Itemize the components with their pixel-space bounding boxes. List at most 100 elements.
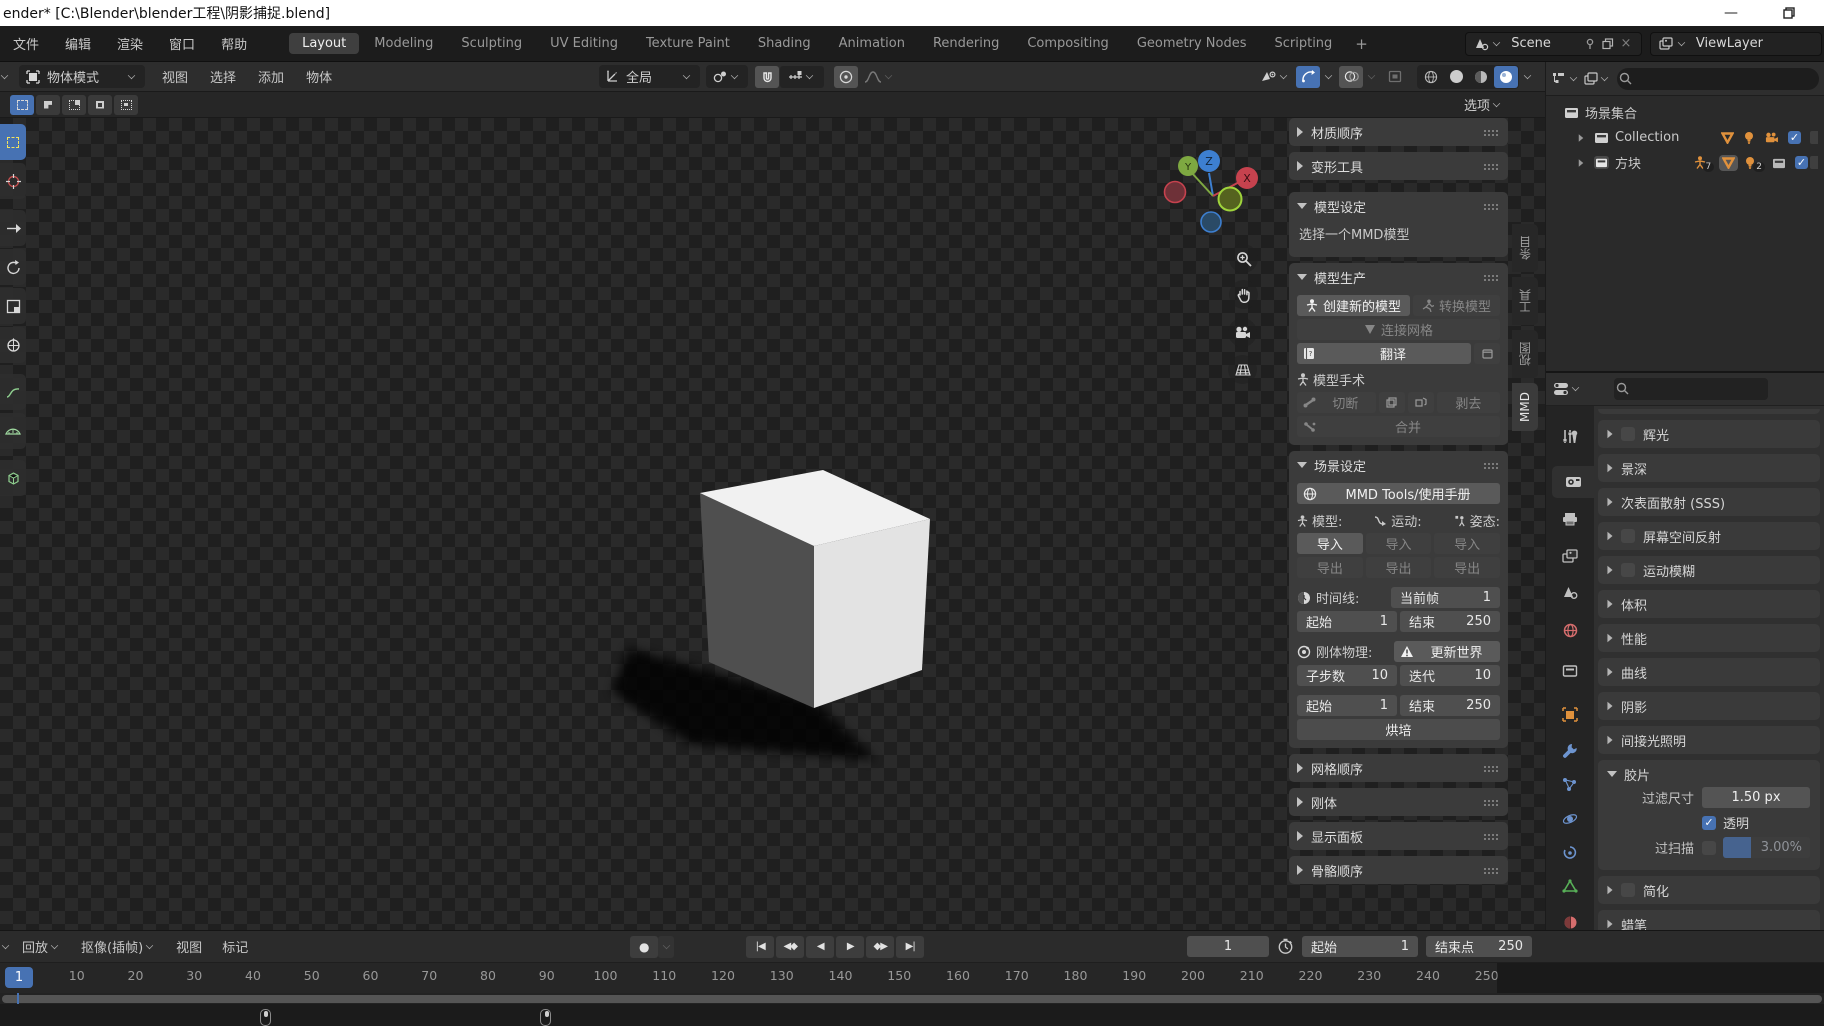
mesh-data-icon[interactable] [1721, 132, 1734, 144]
mmd-collapsed-panel[interactable]: 刚体 [1289, 788, 1508, 816]
properties-panel-row[interactable]: 屏幕空间反射 [1598, 522, 1820, 550]
options-dropdown[interactable]: 选项 [1464, 95, 1503, 114]
topbar-menu-item[interactable]: 渲染 [104, 34, 156, 53]
properties-panel-row[interactable]: 辉光 [1598, 420, 1820, 448]
tab-object-data[interactable] [1546, 870, 1594, 902]
update-world-button[interactable]: 更新世界 [1394, 641, 1500, 662]
current-frame-input[interactable]: 1 [1187, 936, 1269, 957]
pivot-point-dropdown[interactable] [706, 65, 748, 88]
panel-header-model-production[interactable]: 模型生产 [1297, 267, 1500, 287]
drag-dots-icon[interactable] [1483, 867, 1500, 874]
tab-particles[interactable] [1546, 768, 1594, 800]
camera-data-icon[interactable] [1764, 132, 1779, 144]
iterations-field[interactable]: 迭代10 [1400, 665, 1500, 686]
workspace-tab[interactable]: Animation [826, 33, 918, 54]
drag-dots-icon[interactable] [1483, 203, 1500, 210]
panel-checkbox[interactable] [1621, 427, 1635, 441]
viewport-menu-item[interactable]: 选择 [199, 67, 247, 86]
mmd-collapsed-panel[interactable]: 骨骼顺序 [1289, 856, 1508, 884]
scrollbar-handle[interactable] [2, 995, 1822, 1003]
overscan-slider[interactable]: 3.00% [1723, 837, 1810, 858]
mmd-collapsed-panel[interactable]: 变形工具 [1289, 152, 1508, 180]
mmd-collapsed-panel[interactable]: 网格顺序 [1289, 754, 1508, 782]
topbar-menu-item[interactable]: 窗口 [156, 34, 208, 53]
frame-start-field[interactable]: 起始1 [1302, 936, 1418, 957]
drag-dots-icon[interactable] [1483, 799, 1500, 806]
viewport-menu-item[interactable]: 视图 [151, 67, 199, 86]
mmd-collapsed-panel[interactable]: 显示面板 [1289, 822, 1508, 850]
npanel-tab-mmd[interactable]: MMD [1512, 383, 1538, 431]
tab-output[interactable] [1546, 503, 1594, 535]
proportional-falloff-dropdown[interactable] [859, 66, 899, 88]
outliner-row-collection[interactable]: Collection ✓ [1552, 125, 1824, 150]
marker-menu[interactable]: 标记 [212, 937, 258, 956]
panel-checkbox[interactable] [1621, 883, 1635, 897]
properties-panel-row[interactable]: 间接光照明 [1598, 726, 1820, 754]
peel-button[interactable]: 剥去 [1437, 392, 1500, 413]
npanel-tab[interactable]: 条目 [1512, 224, 1538, 272]
add-workspace-button[interactable]: + [1346, 35, 1377, 53]
tab-view-layer[interactable] [1546, 540, 1594, 572]
tab-modifiers[interactable] [1546, 734, 1594, 766]
box-icon[interactable] [1772, 157, 1786, 169]
transport-button[interactable]: ▶ [836, 936, 864, 958]
properties-panel-row[interactable]: 简化 [1598, 876, 1820, 904]
collection-checkbox[interactable]: ✓ [1788, 131, 1801, 144]
mmd-frame-start-field[interactable]: 起始1 [1297, 611, 1397, 632]
gizmo-neg-y-axis[interactable] [1219, 188, 1242, 211]
editor-type-chevron-icon[interactable] [1, 71, 8, 78]
translate-button[interactable]: ? 翻译 [1297, 343, 1471, 364]
transparent-checkbox[interactable]: ✓ [1702, 816, 1716, 830]
properties-panel-row[interactable]: 曲线 [1598, 658, 1820, 686]
panel-checkbox[interactable] [1621, 563, 1635, 577]
transport-button[interactable]: ◆▶ [866, 936, 894, 958]
export-motion-button[interactable]: 导出 [1366, 557, 1432, 578]
separate-icon-button[interactable] [1408, 392, 1434, 413]
tool-measure[interactable] [0, 413, 26, 449]
current-frame-badge[interactable]: 1 [5, 967, 33, 988]
frame-end-field[interactable]: 结束点250 [1426, 936, 1532, 957]
convert-model-button[interactable]: 转换模型 [1413, 295, 1500, 316]
mmd-frame-end-field[interactable]: 结束250 [1400, 611, 1500, 632]
viewport-menu-item[interactable]: 物体 [295, 67, 343, 86]
drag-dots-icon[interactable] [1483, 462, 1500, 469]
tab-constraints[interactable] [1546, 836, 1594, 868]
expand-icon[interactable] [1579, 159, 1584, 167]
navigation-gizmo[interactable]: Z Y X [1155, 132, 1275, 252]
transport-button[interactable]: ▶| [896, 936, 924, 958]
expand-icon[interactable] [1579, 134, 1584, 142]
scene-selector[interactable]: Scene × [1465, 32, 1642, 56]
orthographic-toggle-button[interactable] [1228, 355, 1257, 384]
mmd-collapsed-panel[interactable]: 材质顺序 [1289, 118, 1508, 146]
chop-button[interactable]: 切断 [1297, 392, 1376, 413]
tool-cursor[interactable] [0, 163, 26, 199]
tab-physics[interactable] [1546, 802, 1594, 834]
tool-select-box[interactable] [0, 124, 26, 160]
outliner-row-cube[interactable]: 方块 7 2 ✓ [1552, 150, 1824, 175]
select-mode-extend-button[interactable] [36, 95, 60, 115]
pin-icon[interactable] [1581, 35, 1599, 53]
tab-render[interactable] [1552, 466, 1594, 498]
mmd-manual-button[interactable]: MMD Tools/使用手册 [1297, 483, 1500, 504]
topbar-menu-item[interactable]: 文件 [0, 34, 52, 53]
current-frame-field[interactable]: 当前帧1 [1391, 587, 1500, 608]
physics-start-field[interactable]: 起始1 [1297, 695, 1397, 716]
translate-options-button[interactable] [1474, 343, 1500, 364]
timeline-view-menu[interactable]: 视图 [166, 937, 212, 956]
tool-annotate[interactable] [0, 374, 26, 410]
panel-checkbox[interactable] [1621, 529, 1635, 543]
pan-button[interactable] [1229, 280, 1258, 309]
export-model-button[interactable]: 导出 [1297, 557, 1363, 578]
workspace-tab[interactable]: Modeling [361, 33, 446, 54]
viewport-menu-item[interactable]: 添加 [247, 67, 295, 86]
workspace-tab[interactable]: Scripting [1261, 33, 1345, 54]
join-button[interactable]: 合并 [1297, 416, 1500, 437]
workspace-tab[interactable]: Shading [745, 33, 824, 54]
workspace-tab[interactable]: Rendering [920, 33, 1012, 54]
gizmo-dropdown[interactable] [1321, 66, 1335, 88]
transport-button[interactable]: ◀ [806, 936, 834, 958]
record-button[interactable]: ● [630, 936, 658, 958]
camera-view-button[interactable] [1228, 318, 1257, 347]
drag-dots-icon[interactable] [1483, 765, 1500, 772]
workspace-tab[interactable]: UV Editing [537, 33, 631, 54]
